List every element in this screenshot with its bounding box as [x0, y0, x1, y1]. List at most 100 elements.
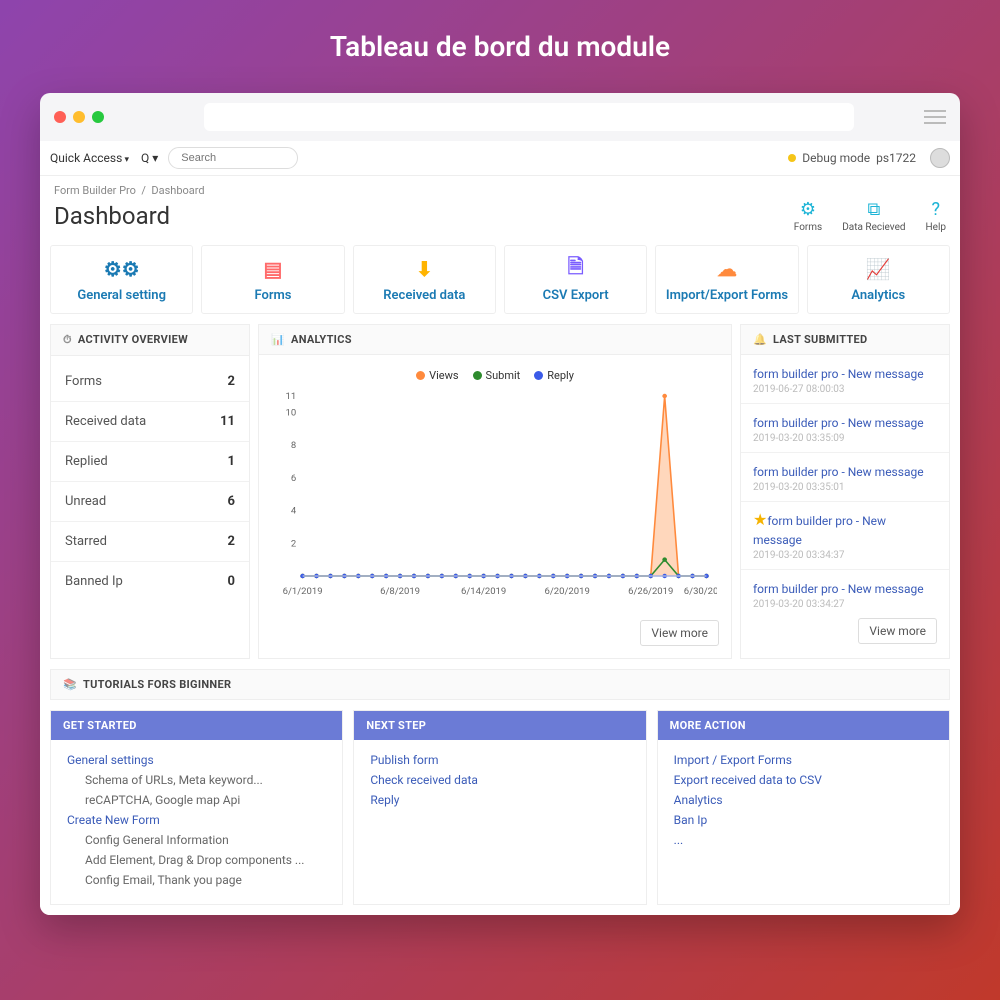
svg-text:6/30/2019: 6/30/2019 [684, 586, 717, 597]
close-icon[interactable] [54, 111, 66, 123]
svg-text:6/8/2019: 6/8/2019 [380, 586, 420, 597]
chart-icon: 📈 [814, 256, 943, 282]
breadcrumb-root[interactable]: Form Builder Pro [54, 184, 136, 197]
url-bar[interactable] [204, 103, 854, 131]
svg-text:2: 2 [291, 538, 296, 549]
quick-access-dropdown[interactable]: Quick Access [50, 151, 129, 165]
nav-import-export[interactable]: ☁Import/Export Forms [655, 245, 798, 314]
view-more-last-button[interactable]: View more [858, 618, 937, 644]
top-bar: Quick Access Q ▾ Debug mode ps1722 [40, 141, 960, 176]
tut-config-email[interactable]: Config Email, Thank you page [67, 870, 326, 890]
tut-config-general[interactable]: Config General Information [67, 830, 326, 850]
activity-row[interactable]: Forms2 [51, 362, 249, 402]
legend-dot-reply [534, 371, 543, 380]
tut-publish[interactable]: Publish form [370, 750, 629, 770]
tut-check-data[interactable]: Check received data [370, 770, 629, 790]
last-submitted-item[interactable]: form builder pro - New message2019-03-20… [741, 570, 949, 618]
hamburger-icon[interactable] [924, 110, 946, 124]
tut-create-form[interactable]: Create New Form [67, 810, 326, 830]
svg-text:6/20/2019: 6/20/2019 [545, 586, 590, 597]
traffic-lights [54, 111, 104, 123]
browser-chrome [40, 93, 960, 141]
legend-dot-submit [473, 371, 482, 380]
last-submitted-item[interactable]: form builder pro - New message2019-03-20… [741, 404, 949, 453]
user-name[interactable]: ps1722 [876, 151, 916, 165]
svg-text:6: 6 [291, 473, 296, 484]
search-input[interactable] [168, 147, 298, 169]
minimize-icon[interactable] [73, 111, 85, 123]
breadcrumb: Form Builder Pro / Dashboard [40, 176, 960, 197]
analytics-panel: 📊ANALYTICS Views Submit Reply 246810116/… [258, 324, 732, 659]
form-icon: ▤ [208, 256, 337, 282]
dashboard-icon: ⏱ [63, 333, 72, 346]
promo-title: Tableau de bord du module [40, 30, 960, 63]
debug-dot-icon [788, 154, 796, 162]
activity-row[interactable]: Banned Ip0 [51, 562, 249, 601]
last-submitted-item[interactable]: form builder pro - New message2019-03-20… [741, 453, 949, 502]
download-icon: ⬇ [360, 256, 489, 282]
tutorial-get-started: GET STARTED General settings Schema of U… [50, 710, 343, 905]
browser-window: Quick Access Q ▾ Debug mode ps1722 Form … [40, 93, 960, 915]
tut-more[interactable]: ... [674, 830, 933, 850]
tutorials-header: 📚TUTORIALS FORS BIGINNER [50, 669, 950, 700]
nav-received-data[interactable]: ⬇Received data [353, 245, 496, 314]
last-submitted-item[interactable]: form builder pro - New message2019-06-27… [741, 355, 949, 404]
action-data-received[interactable]: ⧉Data Recieved [842, 199, 905, 233]
bar-chart-icon: 📊 [271, 333, 285, 346]
last-submitted-item[interactable]: ★form builder pro - New message2019-03-2… [741, 502, 949, 570]
csv-icon: 🗎 [511, 256, 640, 282]
star-icon: ★ [753, 510, 767, 529]
tutorial-more-action: MORE ACTION Import / Export Forms Export… [657, 710, 950, 905]
svg-text:11: 11 [286, 391, 297, 402]
help-icon: ? [926, 199, 946, 220]
activity-row[interactable]: Starred2 [51, 522, 249, 562]
analytics-chart: 2 4 6 8 10 11 6/1/2019 6/8/2019 6/14/2019 6/20/20… [273, 390, 717, 610]
nav-general-setting[interactable]: ⚙⚙General setting [50, 245, 193, 314]
svg-text:6/1/2019: 6/1/2019 [283, 586, 323, 597]
tut-schema-urls[interactable]: Schema of URLs, Meta keyword... [67, 770, 326, 790]
svg-text:10: 10 [286, 408, 297, 419]
view-more-analytics-button[interactable]: View more [640, 620, 719, 646]
book-icon: 📚 [63, 678, 77, 691]
tut-reply[interactable]: Reply [370, 790, 629, 810]
search-gear-icon[interactable]: Q ▾ [141, 151, 158, 165]
svg-text:6/26/2019: 6/26/2019 [628, 586, 673, 597]
tut-import-export[interactable]: Import / Export Forms [674, 750, 933, 770]
app-content: Quick Access Q ▾ Debug mode ps1722 Form … [40, 141, 960, 915]
tut-recaptcha[interactable]: reCAPTCHA, Google map Api [67, 790, 326, 810]
tut-add-element[interactable]: Add Element, Drag & Drop components ... [67, 850, 326, 870]
debug-indicator: Debug mode ps1722 [788, 148, 950, 168]
nav-forms[interactable]: ▤Forms [201, 245, 344, 314]
legend-dot-views [416, 371, 425, 380]
cloud-icon: ☁ [662, 256, 791, 282]
nav-csv-export[interactable]: 🗎CSV Export [504, 245, 647, 314]
tut-ban-ip[interactable]: Ban Ip [674, 810, 933, 830]
gear-icon: ⚙ [794, 199, 822, 220]
debug-label: Debug mode [802, 151, 870, 165]
tutorial-next-step: NEXT STEP Publish form Check received da… [353, 710, 646, 905]
activity-row[interactable]: Replied1 [51, 442, 249, 482]
activity-row[interactable]: Received data11 [51, 402, 249, 442]
gears-icon: ⚙⚙ [57, 256, 186, 282]
copy-icon: ⧉ [842, 199, 905, 220]
page-title: Dashboard [54, 202, 170, 230]
action-help[interactable]: ?Help [926, 199, 946, 233]
svg-text:6/14/2019: 6/14/2019 [461, 586, 506, 597]
last-submitted-panel: 🔔LAST SUBMITTED form builder pro - New m… [740, 324, 950, 659]
action-forms[interactable]: ⚙Forms [794, 199, 822, 233]
maximize-icon[interactable] [92, 111, 104, 123]
svg-text:4: 4 [291, 506, 296, 517]
page-actions: ⚙Forms ⧉Data Recieved ?Help [794, 199, 946, 233]
bell-icon: 🔔 [753, 333, 767, 346]
nav-cards: ⚙⚙General setting ▤Forms ⬇Received data … [40, 245, 960, 324]
activity-panel: ⏱ACTIVITY OVERVIEW Forms2Received data11… [50, 324, 250, 659]
tut-analytics[interactable]: Analytics [674, 790, 933, 810]
activity-row[interactable]: Unread6 [51, 482, 249, 522]
avatar[interactable] [930, 148, 950, 168]
chart-legend: Views Submit Reply [273, 369, 717, 382]
svg-text:8: 8 [291, 440, 296, 451]
nav-analytics[interactable]: 📈Analytics [807, 245, 950, 314]
breadcrumb-current: Dashboard [151, 184, 204, 197]
tut-general-settings[interactable]: General settings [67, 750, 326, 770]
tut-export-csv[interactable]: Export received data to CSV [674, 770, 933, 790]
